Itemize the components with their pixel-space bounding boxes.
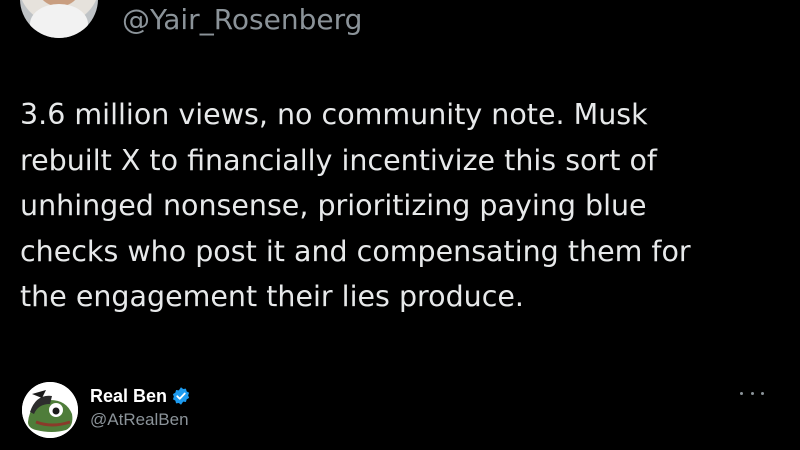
quoted-post-header[interactable]: Real Ben @AtRealBen [0, 378, 800, 450]
more-options-icon[interactable] [740, 386, 764, 400]
quoted-display-name[interactable]: Real Ben [90, 386, 167, 407]
verified-badge-icon [171, 386, 191, 406]
author-handle[interactable]: @Yair_Rosenberg [122, 2, 362, 38]
quoted-name-line: Real Ben [90, 384, 191, 408]
tweet-text: 3.6 million views, no community note. Mu… [20, 92, 780, 320]
more-dot [761, 391, 764, 395]
more-dot [740, 391, 743, 395]
tweet-line-2: rebuilt X to financially incentivize thi… [20, 143, 657, 177]
tweet-line-3: unhinged nonsense, prioritizing paying b… [20, 189, 647, 222]
author-header: @Yair_Rosenberg [0, 0, 800, 60]
quoted-handle[interactable]: @AtRealBen [90, 410, 189, 430]
frog-avatar-icon[interactable] [22, 382, 78, 438]
avatar-shirt [30, 4, 88, 38]
tweet-line-5: the engagement their lies produce. [20, 280, 524, 313]
tweet-line-1: 3.6 million views, no community note. Mu… [20, 98, 648, 131]
author-avatar[interactable] [20, 0, 98, 38]
tweet-line-4: checks who post it and compensating them… [20, 234, 691, 268]
more-dot [750, 391, 754, 395]
